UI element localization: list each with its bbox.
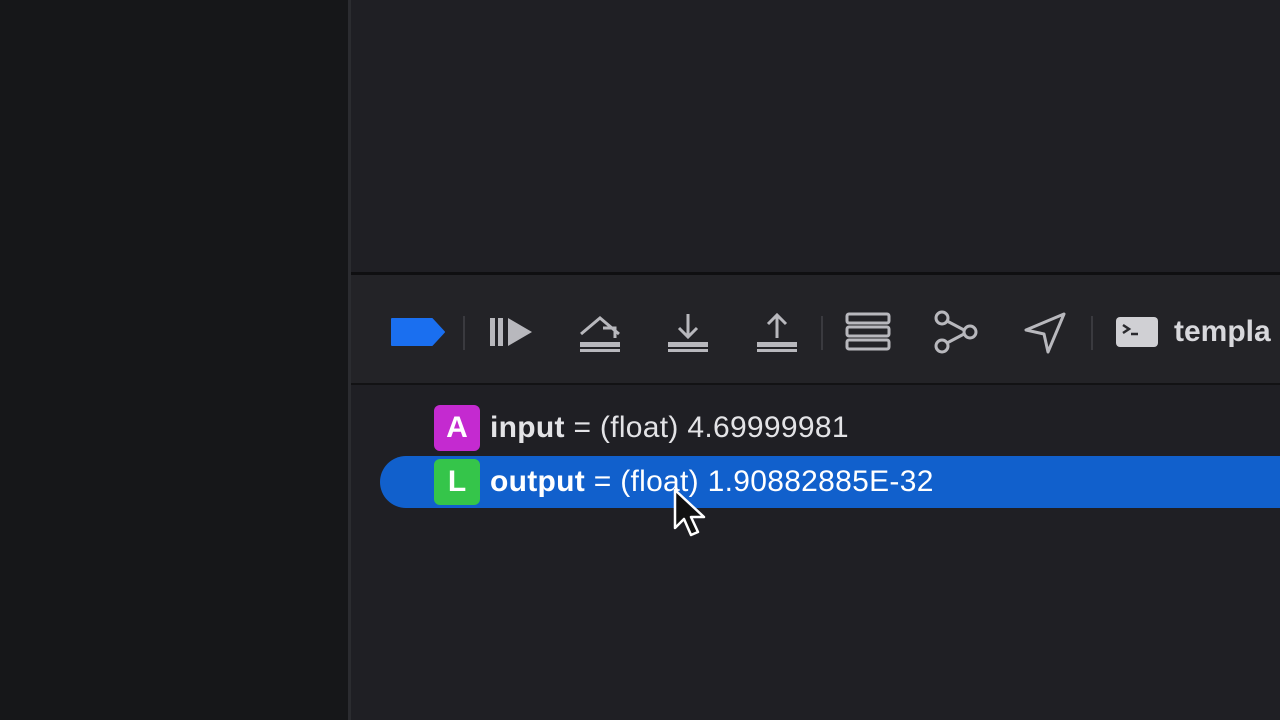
memory-graph-button[interactable] xyxy=(930,307,982,357)
target-label: templa xyxy=(1174,315,1271,348)
xcode-window: templa A input = (float) 4.69999981 L ou… xyxy=(0,0,1280,720)
simulate-location-button[interactable] xyxy=(1020,307,1070,357)
variable-text: output = (float) 1.90882885E-32 xyxy=(490,465,934,499)
variable-name: output xyxy=(490,465,586,498)
variable-text: input = (float) 4.69999981 xyxy=(490,411,849,445)
source-editor[interactable] xyxy=(351,0,1280,274)
view-hierarchy-button[interactable] xyxy=(842,307,894,357)
toolbar-separator xyxy=(1091,316,1093,350)
toolbar-separator xyxy=(463,316,465,350)
target-selector[interactable]: templa xyxy=(1114,307,1280,357)
step-into-icon xyxy=(668,314,708,352)
navigator-pane xyxy=(0,0,348,720)
variable-name: input xyxy=(490,411,565,444)
mouse-cursor-icon xyxy=(673,488,706,537)
variable-separator: = xyxy=(564,411,600,444)
continue-icon xyxy=(490,318,532,346)
location-icon xyxy=(1024,312,1066,354)
step-over-button[interactable] xyxy=(574,307,626,357)
breakpoints-toggle-button[interactable] xyxy=(386,307,448,357)
variable-type: (float) xyxy=(599,411,679,444)
variable-row-output[interactable]: L output = (float) 1.90882885E-32 xyxy=(380,456,1280,508)
argument-badge: A xyxy=(434,405,480,451)
local-badge: L xyxy=(434,459,480,505)
step-out-button[interactable] xyxy=(752,307,802,357)
variable-row-input[interactable]: A input = (float) 4.69999981 xyxy=(380,402,1280,454)
toolbar-separator xyxy=(821,316,823,350)
variable-value: 4.69999981 xyxy=(687,411,849,444)
step-into-button[interactable] xyxy=(663,307,713,357)
variable-separator: = xyxy=(585,465,621,498)
step-over-icon xyxy=(580,316,620,352)
continue-button[interactable] xyxy=(484,307,540,357)
terminal-icon xyxy=(1116,317,1158,347)
step-out-icon xyxy=(757,312,797,352)
variable-value: 1.90882885E-32 xyxy=(707,465,934,498)
memory-graph-icon xyxy=(934,310,978,354)
breakpoint-icon xyxy=(391,318,445,346)
view-hierarchy-icon xyxy=(845,312,891,351)
